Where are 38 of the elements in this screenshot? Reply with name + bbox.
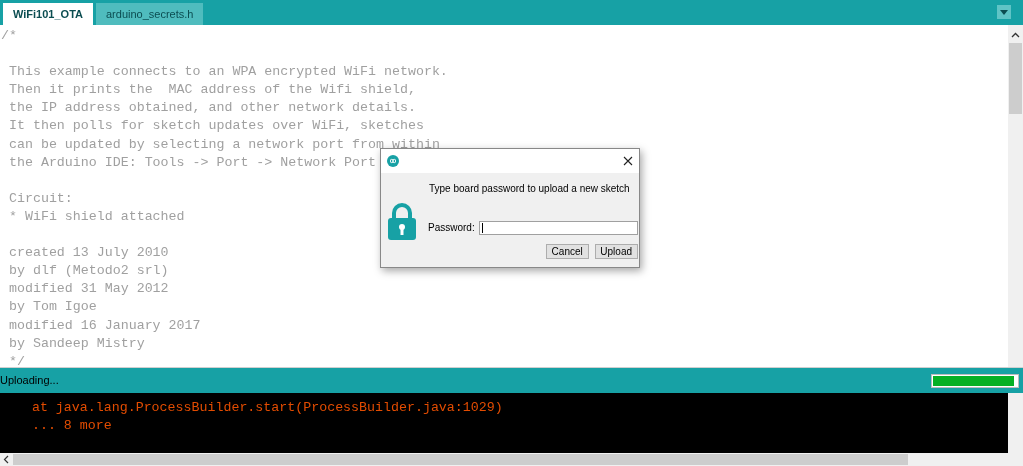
scroll-up-icon[interactable] — [1011, 32, 1020, 38]
code-line: can be updated by selecting a network port from within — [7, 135, 440, 154]
code-line: This example connects to an WPA encrypted WiFi network. — [7, 63, 448, 82]
close-icon[interactable] — [623, 156, 633, 166]
scroll-left-icon[interactable] — [3, 455, 9, 464]
code-line: modified 16 January 2017 — [7, 316, 201, 335]
scrollbar-thumb[interactable] — [1009, 43, 1022, 114]
editor-tab[interactable]: arduino_secrets.h — [96, 3, 204, 25]
code-line: It then polls for sketch updates over WiFi, sketches — [7, 117, 424, 136]
code-line: /* — [1, 27, 17, 45]
editor-tab[interactable]: WiFi101_OTA — [3, 3, 93, 25]
padlock-icon — [388, 203, 416, 240]
dialog-message: Type board password to upload a new sketch — [428, 182, 630, 196]
code-line: by dlf (Metodo2 srl) — [7, 262, 169, 281]
console-scrollbar[interactable] — [1008, 393, 1023, 453]
code-line: the IP address obtained, and other network details. — [7, 99, 416, 118]
code-line: Circuit: — [7, 189, 73, 208]
code-line: by Tom Igoe — [7, 298, 97, 317]
scrollbar-thumb[interactable] — [13, 454, 908, 465]
code-line: created 13 July 2010 — [7, 244, 169, 263]
dialog-button[interactable]: Cancel — [545, 244, 589, 259]
logo-icon — [387, 155, 399, 167]
code-line: the Arduino IDE: Tools -> Port -> Network Port — [7, 153, 377, 172]
console-line: at java.lang.ProcessBuilder.start(ProcessBuilder.java:1029) — [30, 399, 503, 417]
tab-menu-button[interactable] — [997, 5, 1011, 19]
code-line: by Sandeep Mistry — [7, 334, 145, 353]
code-line: * WiFi shield attached — [7, 207, 185, 226]
status-text: Uploading... — [0, 373, 59, 389]
code-line: */ — [7, 352, 25, 367]
code-line: Then it prints the MAC address of the Wifi shield, — [7, 81, 416, 100]
vertical-scrollbar[interactable] — [1008, 25, 1023, 367]
code-line: modified 31 May 2012 — [7, 280, 169, 299]
password-field[interactable] — [478, 220, 638, 235]
console-line: ... 8 more — [30, 417, 112, 436]
dialog-button[interactable]: Upload — [594, 244, 638, 259]
horizontal-scrollbar[interactable] — [0, 453, 1023, 466]
caret-down-icon — [1000, 9, 1008, 15]
password-label: Password: — [428, 221, 475, 235]
